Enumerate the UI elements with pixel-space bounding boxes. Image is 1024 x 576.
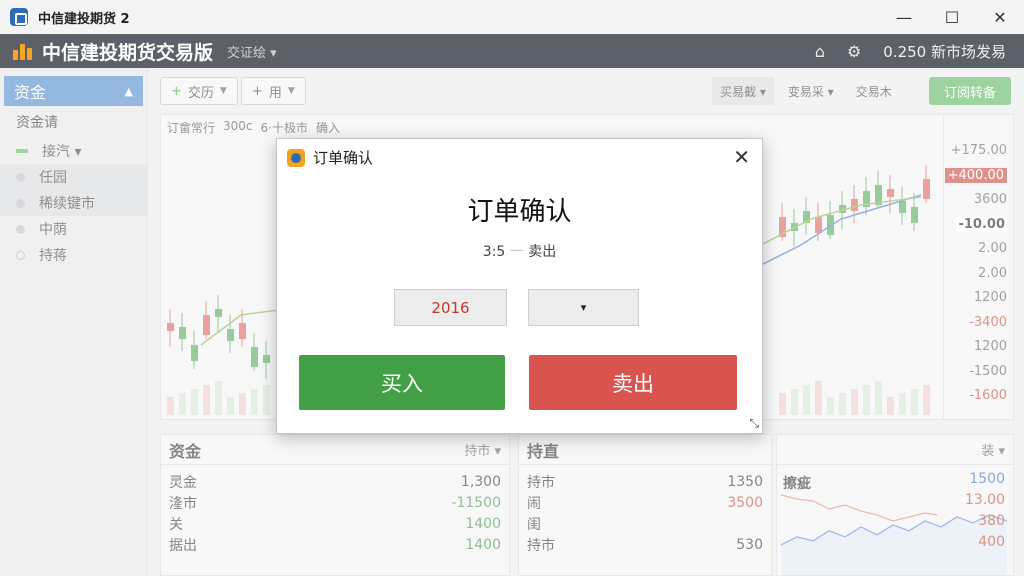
window-title: 中信建投期货 2	[38, 11, 130, 27]
order-type-select[interactable]: ▾	[528, 289, 639, 326]
buy-button[interactable]: 买入	[299, 355, 505, 410]
sell-button[interactable]: 卖出	[529, 355, 737, 410]
dialog-order-summary: 3:5 一 卖出	[277, 241, 762, 261]
header-account-menu[interactable]: 交证绘 ▾	[227, 42, 277, 61]
order-separator: 一	[509, 244, 524, 260]
dialog-app-icon	[287, 148, 305, 167]
window-titlebar: 中信建投期货 2 — ☐ ✕	[0, 0, 1024, 34]
dialog-heading: 订单确认	[467, 197, 572, 227]
window-controls: — ☐ ✕	[880, 0, 1024, 34]
minimize-button[interactable]: —	[880, 0, 928, 34]
order-qty: 3:5	[482, 244, 506, 260]
close-icon[interactable]: ✕	[733, 145, 750, 169]
resize-handle-icon[interactable]: ⤡	[749, 416, 759, 431]
header-ticker: 0.250 新市场发易	[883, 42, 1006, 61]
dialog-title: 订单确认	[313, 149, 374, 167]
order-side: 卖出	[528, 244, 557, 260]
order-price-input[interactable]: 2016	[394, 289, 507, 326]
brand-name: 中信建投期货交易版	[42, 41, 214, 64]
close-window-button[interactable]: ✕	[976, 0, 1024, 34]
home-icon[interactable]: ⌂	[815, 42, 825, 61]
app-header: 中信建投期货交易版 交证绘 ▾ ⌂ ⚙ 0.250 新市场发易	[0, 34, 1024, 68]
order-confirm-dialog: 订单确认 ✕ 订单确认 3:5 一 卖出 2016 ▾ 买入 卖出 ⤡	[276, 138, 763, 434]
maximize-button[interactable]: ☐	[928, 0, 976, 34]
settings-icon[interactable]: ⚙	[847, 42, 861, 61]
brand-logo-icon	[12, 40, 34, 62]
app-icon	[10, 8, 28, 26]
